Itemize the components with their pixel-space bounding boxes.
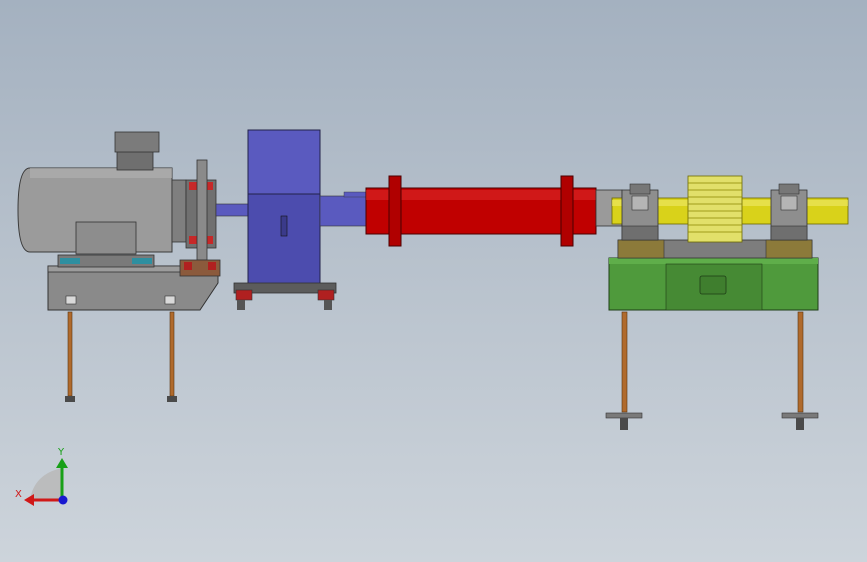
bearing-block-right bbox=[770, 183, 808, 241]
axis-triad: Y X bbox=[15, 447, 68, 506]
cad-viewport[interactable]: Y X bbox=[0, 0, 867, 562]
base-frame-opening bbox=[699, 275, 727, 295]
terminal-box-cover bbox=[114, 131, 160, 153]
triad-plane bbox=[30, 468, 62, 500]
drum-flange-left bbox=[388, 175, 402, 247]
gearbox-inspection-slot bbox=[280, 215, 288, 237]
bearing-block-left bbox=[621, 183, 659, 241]
motor-foot-block bbox=[75, 221, 137, 255]
x-axis-label: X bbox=[15, 489, 22, 500]
spur-gear bbox=[687, 175, 743, 243]
gearbox-bolt-left bbox=[237, 300, 245, 310]
gearbox-foot-left bbox=[235, 289, 253, 301]
bearing-pad-left bbox=[617, 239, 665, 259]
motor-end-bell bbox=[171, 179, 187, 243]
motor-coupling bbox=[179, 159, 221, 277]
motor-foot-clip-left bbox=[60, 258, 80, 264]
gearbox-lower-housing bbox=[247, 193, 321, 285]
bearing-pad-right bbox=[765, 239, 813, 259]
base-slot-right bbox=[164, 295, 176, 305]
base-slot-left bbox=[65, 295, 77, 305]
y-axis-label: Y bbox=[57, 447, 65, 458]
motor-foot-clip-right bbox=[132, 258, 152, 264]
input-shaft bbox=[215, 203, 251, 217]
drum-flange-right bbox=[560, 175, 574, 247]
gearbox-foot-right bbox=[317, 289, 335, 301]
gearbox-output-shaft bbox=[319, 195, 369, 227]
terminal-box bbox=[116, 149, 154, 171]
frame-anchor-bolts bbox=[605, 311, 819, 430]
drum-assembly[interactable] bbox=[365, 175, 597, 247]
gearbox-upper-housing bbox=[247, 129, 321, 195]
motor-assembly[interactable] bbox=[17, 131, 221, 402]
gear-station[interactable] bbox=[605, 175, 849, 430]
gearbox-bolt-right bbox=[324, 300, 332, 310]
motor-anchor-bolts bbox=[65, 311, 177, 402]
z-axis-dot bbox=[58, 495, 68, 505]
